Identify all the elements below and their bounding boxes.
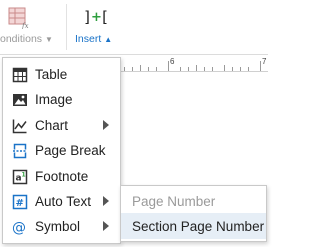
ruler-tick [140, 65, 141, 71]
submenu-item-section-page-number[interactable]: Section Page Number [121, 213, 266, 239]
image-icon [12, 92, 28, 108]
ruler-tick [156, 67, 157, 71]
ruler-label-7: 7 [262, 57, 267, 66]
chevron-right-icon [103, 221, 109, 231]
ruler-tick [180, 67, 181, 71]
menu-item-label: Footnote [35, 169, 89, 184]
table-icon [12, 67, 28, 83]
ruler-label-6: 6 [170, 57, 175, 66]
ruler[interactable]: 6 7 [120, 57, 268, 72]
symbol-icon: @ [12, 219, 28, 236]
chevron-down-icon: ▼ [45, 35, 53, 44]
menu-item-label: Page Break [35, 143, 106, 158]
conditions-icon: fx [8, 7, 30, 34]
ruler-tick [212, 67, 213, 71]
toolbar-divider [66, 4, 67, 50]
chevron-up-icon: ▲ [104, 35, 113, 44]
submenu-item-page-number: Page Number [121, 188, 266, 214]
insert-label: Insert [75, 33, 102, 45]
ruler-tick [204, 67, 205, 71]
svg-text:@: @ [12, 220, 26, 235]
menu-item-symbol[interactable]: @ Symbol [3, 214, 120, 239]
ruler-tick [232, 67, 233, 71]
svg-text:[: [ [100, 8, 109, 26]
insert-icon: ] + [ [83, 7, 109, 34]
conditions-button[interactable]: fx onditions ▼ [0, 0, 62, 54]
menu-item-page-break[interactable]: Page Break [3, 138, 120, 163]
ruler-tick [196, 65, 197, 71]
insert-button[interactable]: ] + [ Insert ▲ [70, 0, 120, 54]
svg-text:fx: fx [21, 22, 29, 29]
menu-item-image[interactable]: Image [3, 87, 120, 112]
auto-text-submenu: Page Number Section Page Number [120, 185, 267, 242]
menu-item-label: Symbol [35, 219, 81, 234]
menu-item-label: Table [35, 67, 68, 82]
menu-item-label: Image [35, 92, 73, 107]
submenu-item-label: Page Number [132, 194, 216, 209]
chevron-right-icon [103, 196, 109, 206]
ruler-tick [124, 67, 125, 71]
ruler-tick [168, 61, 169, 71]
page-break-icon [12, 143, 28, 159]
menu-item-chart[interactable]: Chart [3, 113, 120, 138]
menu-item-table[interactable]: Table [3, 62, 120, 87]
ruler-tick [132, 67, 133, 71]
submenu-item-label: Section Page Number [132, 219, 265, 234]
ruler-tick [148, 67, 149, 71]
svg-text:#: # [16, 198, 24, 209]
ruler-tick [224, 65, 225, 71]
ruler-tick [188, 67, 189, 71]
footnote-icon: a 1 [12, 169, 28, 185]
conditions-label: onditions [0, 33, 43, 45]
ruler-tick [240, 67, 241, 71]
menu-item-label: Auto Text [35, 194, 92, 209]
menu-item-footnote[interactable]: a 1 Footnote [3, 164, 120, 189]
ruler-tick [260, 61, 261, 71]
chevron-right-icon [103, 120, 109, 130]
toolbar: fx onditions ▼ ] + [ Insert ▲ [0, 0, 268, 55]
insert-menu: Table Image Chart Page Break a 1 Footnot… [2, 57, 121, 244]
chart-icon [12, 118, 28, 134]
svg-text:1: 1 [22, 172, 26, 179]
menu-item-auto-text[interactable]: # Auto Text [3, 189, 120, 214]
auto-text-icon: # [12, 194, 28, 210]
menu-item-label: Chart [35, 118, 69, 133]
ruler-tick [248, 67, 249, 71]
